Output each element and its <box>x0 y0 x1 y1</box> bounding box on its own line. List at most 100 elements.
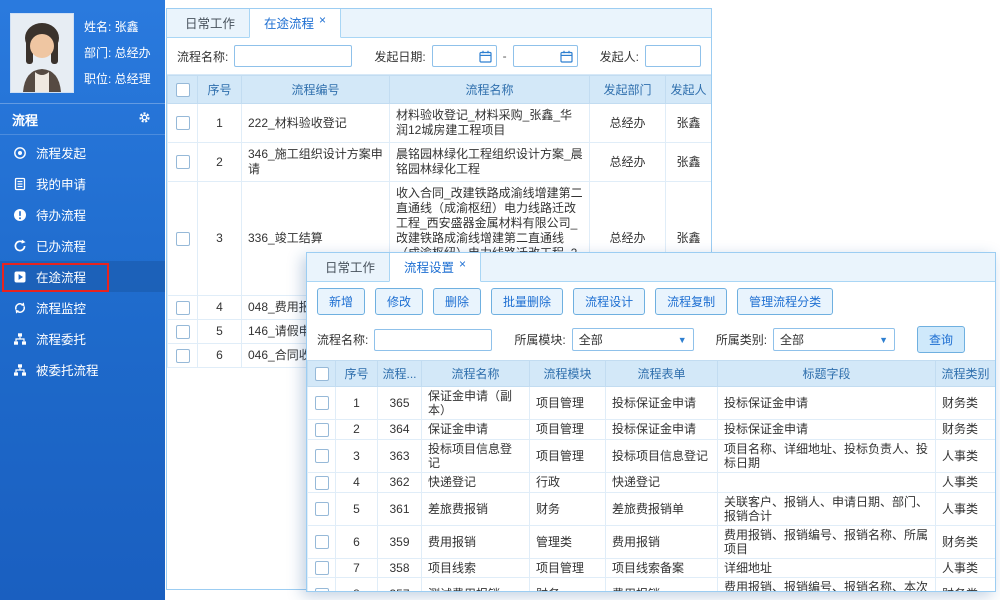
date-from-input[interactable] <box>432 45 497 67</box>
calendar-icon <box>560 50 573 63</box>
toolbar-button[interactable]: 流程设计 <box>573 288 645 315</box>
cell-form: 投标保证金申请 <box>606 420 718 440</box>
initiator-input[interactable] <box>645 45 701 67</box>
row-checkbox[interactable] <box>315 535 329 549</box>
toolbar-button[interactable]: 批量删除 <box>491 288 563 315</box>
cell-process-code: 361 <box>378 492 422 525</box>
cell-module: 财务 <box>530 578 606 592</box>
process-name-input[interactable] <box>374 329 492 351</box>
cell-process-code: 362 <box>378 472 422 492</box>
date-to-input[interactable] <box>513 45 578 67</box>
table-row[interactable]: 2 346_施工组织设计方案申请 晨铭园林绿化工程组织设计方案_晨铭园林绿化工程… <box>168 143 712 182</box>
col-header-no: 序号 <box>198 76 242 104</box>
row-checkbox[interactable] <box>315 423 329 437</box>
sidebar-item-process-monitor[interactable]: 流程监控 <box>0 292 165 323</box>
start-date-label: 发起日期: <box>374 48 425 65</box>
row-checkbox[interactable] <box>176 116 190 130</box>
sidebar-item-completed-processes[interactable]: 已办流程 <box>0 230 165 261</box>
table-row[interactable]: 6 359 费用报销 管理类 费用报销 费用报销、报销编号、报销名称、所属项目 … <box>308 525 996 558</box>
row-checkbox[interactable] <box>176 232 190 246</box>
table-row[interactable]: 7 358 项目线索 项目管理 项目线索备案 详细地址 人事类 <box>308 558 996 578</box>
sidebar-item-my-applications[interactable]: 我的申请 <box>0 168 165 199</box>
select-all-checkbox[interactable] <box>315 367 329 381</box>
row-checkbox[interactable] <box>315 449 329 463</box>
table-row[interactable]: 3 363 投标项目信息登记 项目管理 投标项目信息登记 项目名称、详细地址、投… <box>308 439 996 472</box>
cell-no: 8 <box>336 578 378 592</box>
alert-icon <box>13 208 27 222</box>
table-row[interactable]: 8 357 测试费用报销 财务 费用报销 费用报销、报销编号、报销名称、本次报销… <box>308 578 996 592</box>
sidebar-item-label: 流程委托 <box>36 329 86 348</box>
row-checkbox[interactable] <box>315 502 329 516</box>
tab-process-settings[interactable]: 流程设置 × <box>389 252 481 282</box>
module-select[interactable]: 全部 ▼ <box>572 328 694 351</box>
sync-icon <box>13 301 27 315</box>
cell-process-name: 项目线索 <box>422 558 530 578</box>
cell-no: 4 <box>336 472 378 492</box>
col-header-dept: 发起部门 <box>590 76 666 104</box>
sidebar-item-process-initiate[interactable]: 流程发起 <box>0 137 165 168</box>
tab-label: 流程设置 <box>404 261 454 275</box>
col-header-module: 流程模块 <box>530 361 606 387</box>
toolbar-button[interactable]: 管理流程分类 <box>737 288 833 315</box>
cell-no: 6 <box>336 525 378 558</box>
row-checkbox[interactable] <box>176 349 190 363</box>
cell-category: 财务类 <box>936 387 996 420</box>
cell-category: 人事类 <box>936 558 996 578</box>
table-row[interactable]: 4 362 快递登记 行政 快递登记 人事类 <box>308 472 996 492</box>
close-icon[interactable]: × <box>459 257 466 271</box>
cell-process-name: 投标项目信息登记 <box>422 439 530 472</box>
close-icon[interactable]: × <box>319 13 326 27</box>
gear-icon[interactable] <box>138 111 151 127</box>
cell-process-name: 快递登记 <box>422 472 530 492</box>
cell-process-code: 358 <box>378 558 422 578</box>
sidebar-item-label: 流程监控 <box>36 298 86 317</box>
cell-category: 人事类 <box>936 472 996 492</box>
sidebar-item-pending-processes[interactable]: 待办流程 <box>0 199 165 230</box>
select-all-checkbox[interactable] <box>176 83 190 97</box>
row-checkbox[interactable] <box>176 155 190 169</box>
row-checkbox[interactable] <box>176 325 190 339</box>
sidebar-item-label: 流程发起 <box>36 143 86 162</box>
toolbar-button[interactable]: 删除 <box>433 288 481 315</box>
module-label: 所属模块: <box>514 331 565 348</box>
sidebar-item-process-delegation[interactable]: 流程委托 <box>0 323 165 354</box>
toolbar-button[interactable]: 新增 <box>317 288 365 315</box>
redo-arrow-icon <box>13 239 27 253</box>
toolbar: 新增 修改 删除 批量删除 流程设计 流程复制 管理流程分类 <box>307 282 995 321</box>
tab-daily-work[interactable]: 日常工作 <box>311 252 389 281</box>
cell-module: 项目管理 <box>530 439 606 472</box>
row-checkbox[interactable] <box>315 588 329 592</box>
table-row[interactable]: 1 222_材料验收登记 材料验收登记_材料采购_张鑫_华润12城房建工程项目 … <box>168 104 712 143</box>
cell-process-code: 346_施工组织设计方案申请 <box>242 143 390 182</box>
tab-bar: 日常工作 流程设置 × <box>307 253 995 282</box>
process-name-input[interactable] <box>234 45 352 67</box>
query-button[interactable]: 查询 <box>917 326 965 353</box>
toolbar-button[interactable]: 流程复制 <box>655 288 727 315</box>
sidebar-item-in-transit-processes[interactable]: 在途流程 <box>0 261 165 292</box>
cell-initiator: 张鑫 <box>666 143 712 182</box>
table-row[interactable]: 2 364 保证金申请 项目管理 投标保证金申请 投标保证金申请 财务类 <box>308 420 996 440</box>
cell-process-code: 359 <box>378 525 422 558</box>
filter-bar: 流程名称: 发起日期: - 发起人: <box>167 38 711 75</box>
row-checkbox[interactable] <box>176 301 190 315</box>
category-select-value: 全部 <box>780 331 804 348</box>
table-row[interactable]: 5 361 差旅费报销 财务 差旅费报销单 关联客户、报销人、申请日期、部门、报… <box>308 492 996 525</box>
row-checkbox[interactable] <box>315 561 329 575</box>
category-select[interactable]: 全部 ▼ <box>773 328 895 351</box>
cell-module: 项目管理 <box>530 558 606 578</box>
cell-module: 财务 <box>530 492 606 525</box>
tab-in-transit[interactable]: 在途流程× <box>249 8 341 38</box>
table-row[interactable]: 1 365 保证金申请（副本） 项目管理 投标保证金申请 投标保证金申请 财务类 <box>308 387 996 420</box>
profile-name: 姓名: 张鑫 <box>84 18 151 35</box>
tab-daily-work[interactable]: 日常工作 <box>171 8 249 37</box>
col-header-no: 序号 <box>336 361 378 387</box>
tab-bar: 日常工作 在途流程× <box>167 9 711 38</box>
broadcast-icon <box>13 146 27 160</box>
row-checkbox[interactable] <box>315 396 329 410</box>
cell-title-fields <box>718 472 936 492</box>
toolbar-button[interactable]: 修改 <box>375 288 423 315</box>
filter-bar: 流程名称: 所属模块: 全部 ▼ 所属类别: 全部 ▼ 查询 <box>307 321 995 360</box>
sidebar-item-delegated-processes[interactable]: 被委托流程 <box>0 354 165 385</box>
sidebar-item-label: 我的申请 <box>36 174 86 193</box>
row-checkbox[interactable] <box>315 476 329 490</box>
